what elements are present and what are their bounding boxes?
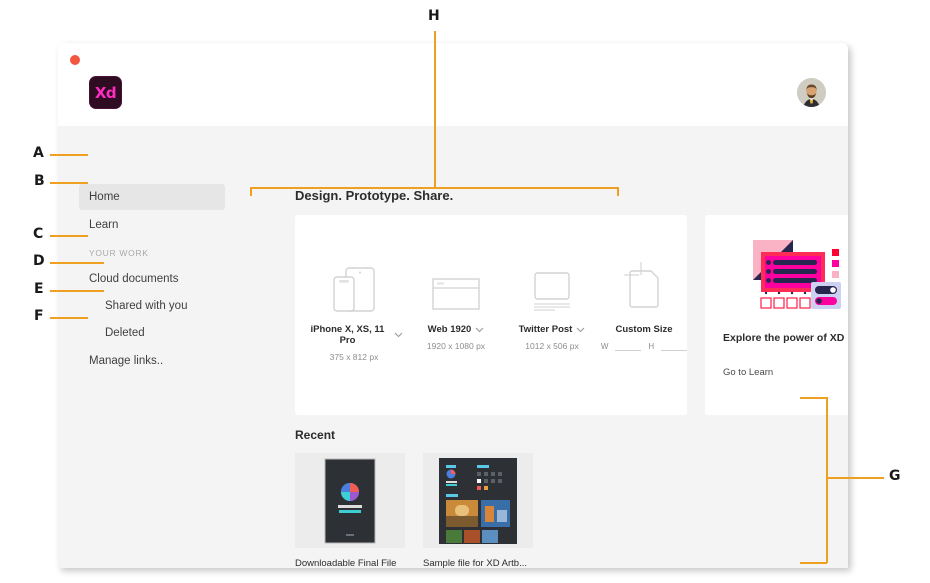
annotation-bracket-g-bottom — [800, 562, 827, 564]
screenshot-root: Xd Home Learn YOUR WORK Cloud documents … — [0, 0, 930, 583]
annotation-letter-b: B — [34, 173, 45, 189]
sidebar-section-your-work: YOUR WORK — [89, 248, 149, 258]
browser-icon — [407, 255, 505, 313]
preset-label: Web 1920 — [407, 324, 505, 335]
preset-size: 375 x 812 px — [329, 352, 379, 362]
annotation-letter-f: F — [34, 308, 44, 324]
xd-feature-illustration — [705, 233, 848, 319]
annotation-leader-d — [50, 262, 104, 264]
sidebar-item-label: Cloud documents — [89, 273, 179, 285]
annotation-letter-e: E — [34, 281, 44, 297]
phones-icon — [305, 255, 403, 313]
list-item[interactable]: Sample file for XD Artb... ...D/Working … — [423, 453, 533, 568]
width-input[interactable] — [615, 339, 642, 351]
preset-twitter-post[interactable]: Twitter Post 1012 x 506 px — [503, 255, 601, 351]
avatar[interactable] — [797, 78, 826, 107]
preset-name-text: Web 1920 — [427, 324, 472, 335]
preset-label: Twitter Post — [503, 324, 601, 335]
sidebar-item-cloud-documents[interactable]: Cloud documents — [79, 266, 225, 292]
sidebar-item-home[interactable]: Home — [79, 184, 225, 210]
annotation-letter-a: A — [33, 145, 44, 161]
sidebar-item-label: Deleted — [105, 327, 145, 339]
design-system-thumb — [423, 453, 533, 548]
sidebar-item-learn[interactable]: Learn — [79, 212, 225, 238]
main-content: Design. Prototype. Share. iPhone X, XS, … — [239, 126, 848, 568]
custom-page-icon — [595, 255, 693, 313]
page-title: Design. Prototype. Share. — [295, 188, 454, 203]
sidebar-item-label: Manage links.. — [89, 355, 164, 367]
annotation-bracket-h-right — [617, 187, 619, 196]
file-name: Sample file for XD Artb... — [423, 558, 528, 568]
annotation-bracket-g-top — [800, 397, 827, 399]
annotation-bracket-h-left — [250, 187, 252, 196]
window-body: Home Learn YOUR WORK Cloud documents Sha… — [58, 126, 848, 568]
presets-panel: iPhone X, XS, 11 Pro 375 x 812 px Web 19… — [295, 215, 688, 415]
annotation-leader-h — [434, 31, 436, 188]
annotation-letter-d: D — [33, 253, 45, 269]
post-icon — [503, 255, 601, 313]
close-window-button[interactable] — [70, 55, 80, 65]
list-item[interactable]: Downloadable Final File ...D/Working wit… — [295, 453, 405, 568]
promo-card[interactable]: Explore the power of XD Go to Learn — [705, 215, 848, 415]
annotation-bracket-h-span — [250, 187, 618, 189]
annotation-bracket-g-spine — [826, 397, 828, 563]
phone-mockup-thumb — [295, 453, 405, 548]
sidebar-item-label: Learn — [89, 219, 119, 231]
preset-name-text: Custom Size — [615, 324, 673, 335]
sidebar-item-label: Home — [89, 191, 120, 203]
custom-size-fields: W H — [595, 339, 693, 351]
preset-custom-size[interactable]: Custom Size W H — [595, 255, 693, 351]
go-to-learn-link[interactable]: Go to Learn — [723, 367, 773, 378]
annotation-leader-b — [50, 182, 88, 184]
annotation-leader-e — [50, 290, 104, 292]
preset-label: Custom Size — [595, 324, 693, 335]
chevron-down-icon[interactable] — [394, 332, 403, 338]
xd-start-window: Xd Home Learn YOUR WORK Cloud documents … — [58, 43, 848, 568]
annotation-leader-g — [826, 477, 884, 479]
preset-label: iPhone X, XS, 11 Pro — [305, 324, 403, 346]
title-bar: Xd — [58, 43, 848, 126]
annotation-leader-a — [50, 154, 88, 156]
height-input[interactable] — [661, 339, 688, 351]
adobe-xd-logo: Xd — [89, 76, 122, 109]
recent-heading: Recent — [295, 428, 336, 442]
sidebar-item-label: Shared with you — [105, 300, 188, 312]
preset-web-1920[interactable]: Web 1920 1920 x 1080 px — [407, 255, 505, 351]
annotation-leader-c — [50, 235, 88, 237]
chevron-down-icon[interactable] — [576, 327, 585, 333]
annotation-letter-g: G — [889, 468, 901, 484]
width-label: W — [600, 342, 609, 351]
sidebar-item-deleted[interactable]: Deleted — [79, 320, 225, 346]
promo-title: Explore the power of XD — [723, 332, 845, 344]
height-label: H — [648, 342, 655, 351]
annotation-letter-h: H — [428, 8, 440, 24]
sidebar-item-shared-with-you[interactable]: Shared with you — [79, 293, 225, 319]
chevron-down-icon[interactable] — [475, 327, 484, 333]
annotation-leader-f — [50, 317, 88, 319]
preset-size: 1012 x 506 px — [525, 341, 579, 351]
sidebar: Home Learn YOUR WORK Cloud documents Sha… — [58, 126, 239, 568]
preset-size: 1920 x 1080 px — [426, 341, 486, 351]
preset-name-text: Twitter Post — [518, 324, 573, 335]
preset-iphone[interactable]: iPhone X, XS, 11 Pro 375 x 812 px — [305, 255, 403, 362]
annotation-letter-c: C — [33, 226, 44, 242]
preset-name-text: iPhone X, XS, 11 Pro — [310, 324, 385, 346]
file-name: Downloadable Final File — [295, 558, 397, 568]
sidebar-item-manage-links[interactable]: Manage links.. — [79, 348, 225, 374]
